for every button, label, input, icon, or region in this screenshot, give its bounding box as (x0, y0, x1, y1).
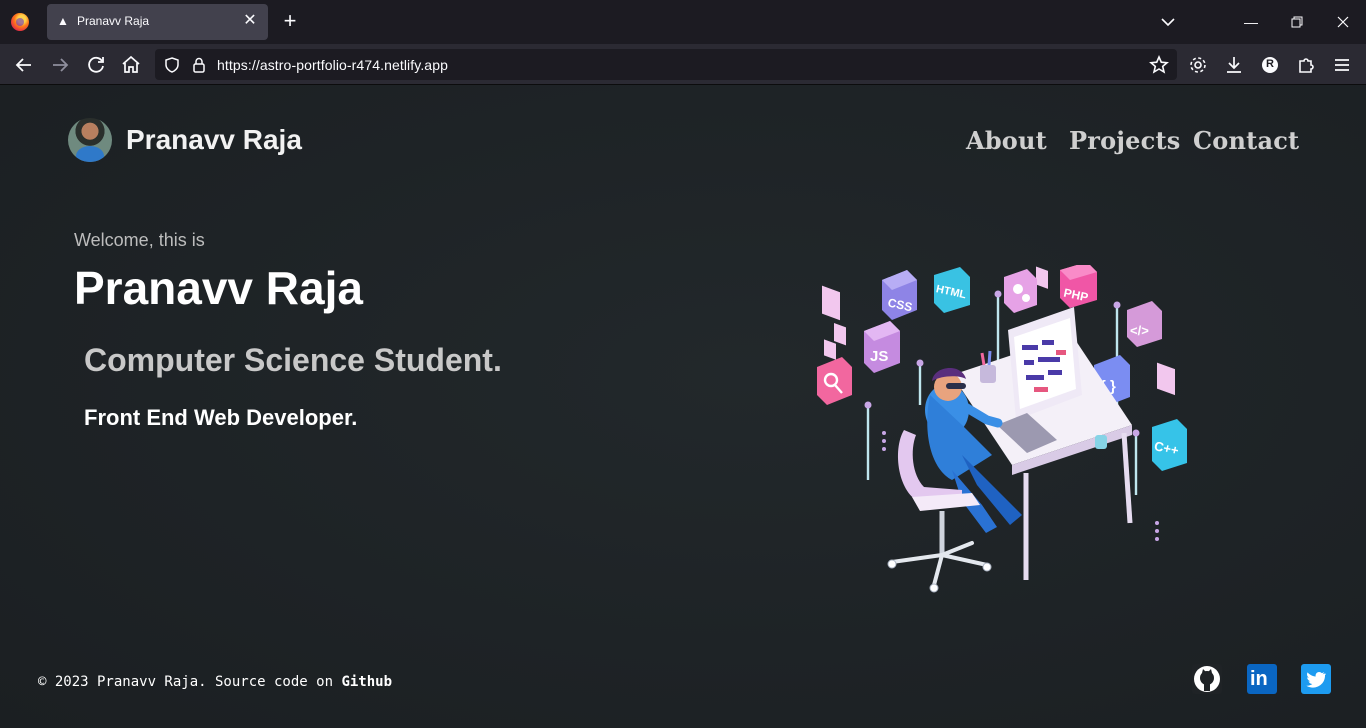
extension-settings-icon[interactable] (1186, 53, 1210, 77)
nav-about-link[interactable]: About (966, 126, 1047, 155)
browser-nav-bar: https://astro-portfolio-r474.netlify.app… (0, 44, 1366, 85)
hamburger-menu-icon[interactable] (1330, 53, 1354, 77)
hero-name: Pranavv Raja (74, 262, 363, 314)
nav-projects-link[interactable]: Projects (1069, 126, 1180, 155)
brand-name[interactable]: Pranavv Raja (126, 124, 302, 156)
home-icon[interactable] (119, 53, 143, 77)
restore-window-icon[interactable] (1287, 12, 1307, 32)
lock-icon[interactable] (190, 56, 208, 74)
role-primary: Computer Science Student. (84, 342, 502, 378)
tab-title: Pranavv Raja (77, 14, 150, 28)
minimize-window-icon[interactable]: — (1241, 12, 1261, 32)
github-icon[interactable] (1192, 664, 1222, 694)
copyright-text: © 2023 Pranavv Raja. Source code on (38, 674, 342, 690)
tab-close-icon[interactable]: ✕ (240, 11, 260, 31)
extensions-puzzle-icon[interactable] (1294, 53, 1318, 77)
footer-copyright: © 2023 Pranavv Raja. Source code on Gith… (38, 674, 392, 690)
svg-text:JS: JS (870, 348, 888, 365)
list-all-tabs-icon[interactable] (1158, 12, 1178, 32)
svg-text:</>: </> (1130, 323, 1149, 338)
developer-illustration: CSS HTML PHP </> JS {} C++ (817, 265, 1187, 593)
address-bar[interactable]: https://astro-portfolio-r474.netlify.app (155, 49, 1177, 80)
forward-arrow-icon[interactable] (48, 53, 72, 77)
firefox-menu-icon[interactable] (11, 13, 29, 31)
welcome-text: Welcome, this is (74, 230, 205, 250)
active-tab[interactable]: ▲ Pranavv Raja ✕ (47, 4, 268, 40)
linkedin-icon[interactable]: in (1247, 664, 1277, 694)
search-cube-icon (817, 357, 852, 405)
cpp-cube-icon: C++ (1152, 419, 1187, 471)
new-tab-button[interactable]: + (279, 10, 301, 32)
nav-contact-link[interactable]: Contact (1193, 126, 1299, 155)
role-secondary: Front End Web Developer. (84, 405, 358, 430)
portfolio-page: Pranavv Raja About Projects Contact Welc… (0, 85, 1366, 728)
site-favicon-icon: ▲ (57, 14, 69, 28)
bookmark-star-icon[interactable] (1147, 53, 1171, 77)
twitter-icon[interactable] (1301, 664, 1331, 694)
profile-avatar[interactable]: R (1258, 53, 1282, 77)
url-text[interactable]: https://astro-portfolio-r474.netlify.app (217, 57, 448, 73)
back-arrow-icon[interactable] (12, 53, 36, 77)
reload-icon[interactable] (84, 53, 108, 77)
css-cube-icon: CSS (882, 270, 917, 320)
github-source-link[interactable]: Github (341, 674, 392, 690)
close-window-icon[interactable] (1333, 12, 1353, 32)
shield-icon[interactable] (163, 56, 181, 74)
avatar (68, 118, 112, 162)
code-tag-cube-icon: </> (1127, 301, 1162, 347)
php-cube-icon: PHP (1060, 265, 1097, 308)
downloads-icon[interactable] (1222, 53, 1246, 77)
html-cube-icon: HTML (934, 267, 970, 313)
browser-tab-bar: ▲ Pranavv Raja ✕ + — (0, 0, 1366, 44)
profile-initial: R (1266, 58, 1274, 70)
js-cube-icon: JS (864, 321, 900, 373)
gear-cube-icon (1004, 269, 1037, 313)
